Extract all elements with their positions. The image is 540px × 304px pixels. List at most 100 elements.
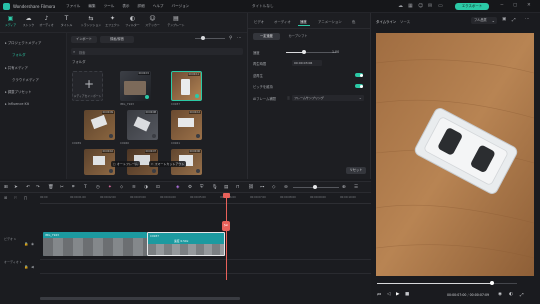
zoom-slider-handle[interactable]: [313, 185, 317, 189]
rewind-icon[interactable]: ◁: [387, 292, 390, 297]
reverse-toggle[interactable]: [355, 73, 363, 77]
delete-icon[interactable]: 🗑: [48, 185, 54, 190]
import-button[interactable]: インポート: [71, 36, 97, 43]
menu-version[interactable]: バージョン: [172, 4, 190, 9]
menu-tools[interactable]: ツール: [104, 4, 115, 9]
volume-icon[interactable]: ◐: [509, 292, 513, 297]
speed-icon[interactable]: ◷: [96, 185, 100, 190]
magnet-icon[interactable]: ⋂: [24, 195, 27, 200]
tab-speed[interactable]: 速度: [300, 19, 307, 24]
keyframe-icon[interactable]: ◇: [272, 185, 275, 190]
detach-icon[interactable]: ⊶: [260, 185, 265, 190]
media-item[interactable]: 00:00:12: [171, 110, 202, 140]
split-marker-icon[interactable]: ✂: [222, 221, 230, 231]
duration-field[interactable]: 00:00:03:06: [292, 60, 322, 66]
media-item[interactable]: 00:00:15: [120, 71, 151, 101]
snap-icon[interactable]: ⊓: [236, 185, 240, 190]
keep-pitch-toggle[interactable]: [355, 84, 363, 88]
lock-icon[interactable]: 🔒: [24, 242, 28, 246]
audio-wave-icon[interactable]: ≋: [132, 185, 136, 190]
cloud-icon[interactable]: ☁: [398, 3, 403, 9]
eye-icon[interactable]: ◉: [31, 242, 34, 246]
color-icon[interactable]: ◑: [144, 185, 148, 190]
toolbar-title[interactable]: T タイトル: [58, 15, 75, 27]
ai-frame-select[interactable]: フレームサンプリング ⌄: [292, 95, 364, 101]
undo-icon[interactable]: ↶: [26, 185, 30, 190]
select-tool-icon[interactable]: ➤: [14, 185, 18, 190]
layout-grid-icon[interactable]: ⊞: [4, 185, 8, 190]
stop-icon[interactable]: ■: [405, 292, 409, 297]
previous-frame-icon[interactable]: ⏮: [377, 292, 381, 298]
tab-audio[interactable]: オーディオ: [274, 19, 291, 24]
playhead-line[interactable]: [226, 193, 227, 280]
menu-view[interactable]: 表示: [122, 4, 129, 9]
search-input[interactable]: ⌕ 検索: [71, 48, 243, 55]
menu-edit[interactable]: 編集: [88, 4, 95, 9]
fullscreen-icon[interactable]: ⤢: [512, 17, 516, 23]
minimize-icon[interactable]: −: [500, 3, 504, 8]
tab-timeline-preview[interactable]: タイムライン: [376, 19, 396, 24]
split-icon[interactable]: ✂: [60, 185, 64, 190]
playback-progress-handle[interactable]: [489, 281, 494, 285]
tab-video[interactable]: ビデオ: [254, 19, 264, 24]
quality-select[interactable]: フル品質 ⌄: [471, 17, 497, 24]
import-media-tile[interactable]: + メディアをインポート: [72, 71, 103, 101]
subtab-uniform-speed[interactable]: 一定速度: [253, 33, 280, 40]
caption-icon[interactable]: ▤: [224, 185, 228, 190]
snapshot-camera-icon[interactable]: ◉: [498, 292, 502, 297]
notification-icon[interactable]: ✉: [428, 3, 432, 9]
mic-icon[interactable]: 🎙: [212, 185, 218, 190]
timeline-clip-selected[interactable]: C0937 速度 0.50x: [147, 232, 225, 256]
toolbar-filter[interactable]: ◐ フィルター: [124, 15, 141, 27]
time-ruler[interactable]: 00:00 00:00:01:00 00:00:02:00 00:00:03:0…: [40, 196, 371, 202]
playhead-handle[interactable]: [223, 193, 230, 198]
media-item-selected[interactable]: 00:00:11: [171, 71, 202, 101]
export-button[interactable]: エクスポート: [455, 3, 489, 10]
thumbnail-size-slider[interactable]: [195, 38, 225, 39]
sidebar-item-cloud-media[interactable]: クラウドメディア: [12, 77, 39, 82]
redo-icon[interactable]: ↷: [36, 185, 40, 190]
close-icon[interactable]: ✕: [527, 3, 531, 8]
toolbar-stock[interactable]: ☁ ストック: [20, 15, 37, 27]
ai-icon[interactable]: ✦: [108, 185, 112, 190]
toolbar-sticker[interactable]: ☺ ステッカー: [144, 15, 161, 27]
media-item[interactable]: 00:00:09: [84, 110, 115, 140]
smart-cutout-button[interactable]: ✂ スマートカットアウト: [149, 161, 187, 167]
lock-icon[interactable]: 🔒: [24, 265, 28, 269]
zoom-in-icon[interactable]: ⊕: [342, 185, 346, 190]
fit-screen-icon[interactable]: ⤢: [520, 292, 524, 298]
more-options-icon[interactable]: ⋯: [525, 17, 530, 22]
slider-handle[interactable]: [201, 36, 205, 40]
sidebar-item-folder[interactable]: フォルダ: [12, 52, 26, 57]
toolbar-transition[interactable]: ⇆ トランジション: [80, 15, 102, 27]
maximize-icon[interactable]: ▢: [513, 3, 517, 8]
render-icon[interactable]: ⚙: [188, 185, 192, 190]
speed-slider-handle[interactable]: [301, 50, 306, 54]
ai-copilot-icon[interactable]: ◈: [176, 185, 179, 190]
toolbar-effect[interactable]: ✦ エフェクト: [104, 15, 121, 27]
tab-animation[interactable]: アニメーション: [318, 19, 342, 24]
play-icon[interactable]: ▶: [396, 292, 399, 297]
more-options-icon[interactable]: ⋯: [237, 36, 242, 41]
sidebar-item-presets[interactable]: ▸ 調整プリセット: [5, 89, 32, 94]
menu-file[interactable]: ファイル: [66, 4, 80, 9]
user-icon[interactable]: ☺: [418, 3, 423, 9]
shield-icon[interactable]: ⛨: [200, 185, 203, 190]
menu-advanced[interactable]: 詳細: [138, 4, 145, 9]
timeline-menu-icon[interactable]: ☰: [354, 185, 358, 190]
sidebar-item-influence-kit[interactable]: ▸ Influence Kit: [5, 102, 29, 106]
subtab-speed-ramping[interactable]: カーブシフト: [283, 33, 313, 40]
menu-help[interactable]: ヘルプ: [153, 4, 164, 9]
media-item[interactable]: 00:00:08: [127, 110, 158, 140]
sidebar-item-project-media[interactable]: ▸ プロジェクトメディア: [5, 40, 41, 45]
speaker-icon[interactable]: ◀: [31, 265, 34, 269]
toolbar-template[interactable]: ▤ テンプレート: [166, 15, 186, 27]
marker-icon[interactable]: ⬦: [120, 185, 123, 190]
snapshot-icon[interactable]: ▣: [502, 17, 506, 22]
layout-icon[interactable]: ▭: [438, 3, 443, 9]
tab-source-preview[interactable]: ソース: [400, 19, 410, 24]
add-track-icon[interactable]: ⊞: [4, 195, 7, 200]
timeline-clip[interactable]: IMG_7943: [43, 232, 147, 256]
grid-layout-icon[interactable]: ▦: [408, 3, 413, 9]
toolbar-media[interactable]: ▣ メディア: [2, 15, 19, 27]
